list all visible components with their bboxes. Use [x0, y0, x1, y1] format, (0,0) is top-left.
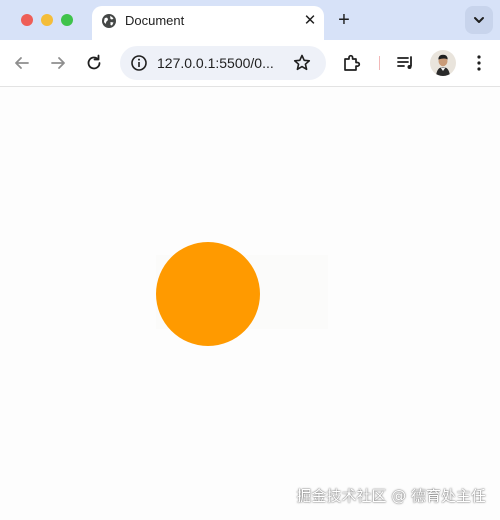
tab-strip: Document ✕ +	[0, 0, 500, 40]
toolbar-separator	[379, 56, 380, 70]
orange-circle	[156, 242, 260, 346]
back-arrow-icon[interactable]	[11, 52, 33, 74]
address-bar[interactable]: 127.0.0.1:5500/0...	[120, 46, 326, 80]
forward-arrow-icon[interactable]	[47, 52, 69, 74]
watermark-text: 掘金技术社区 @ 德育处主任	[296, 487, 486, 505]
chevron-down-icon	[474, 17, 484, 23]
profile-avatar[interactable]	[430, 50, 456, 76]
new-tab-button[interactable]: +	[334, 10, 354, 30]
close-window-button[interactable]	[21, 14, 33, 26]
close-tab-icon[interactable]: ✕	[301, 12, 319, 30]
avatar-image	[430, 50, 456, 76]
bookmark-star-icon[interactable]	[292, 53, 312, 73]
browser-toolbar: 127.0.0.1:5500/0...	[0, 40, 500, 87]
url-text[interactable]: 127.0.0.1:5500/0...	[157, 55, 274, 71]
reading-list-icon[interactable]	[395, 52, 417, 74]
globe-icon	[102, 14, 116, 28]
reload-icon[interactable]	[83, 52, 105, 74]
extensions-puzzle-icon[interactable]	[341, 52, 363, 74]
more-menu-icon[interactable]	[468, 52, 490, 74]
tab-document[interactable]: Document ✕	[92, 6, 324, 40]
maximize-window-button[interactable]	[61, 14, 73, 26]
minimize-window-button[interactable]	[41, 14, 53, 26]
site-info-icon[interactable]	[130, 54, 148, 72]
tab-search-button[interactable]	[465, 6, 493, 34]
browser-window: Document ✕ + 127.0.0.1:5500/0... 掘金技术社区 …	[0, 0, 500, 520]
tab-title: Document	[125, 13, 185, 28]
page-viewport	[0, 87, 500, 520]
